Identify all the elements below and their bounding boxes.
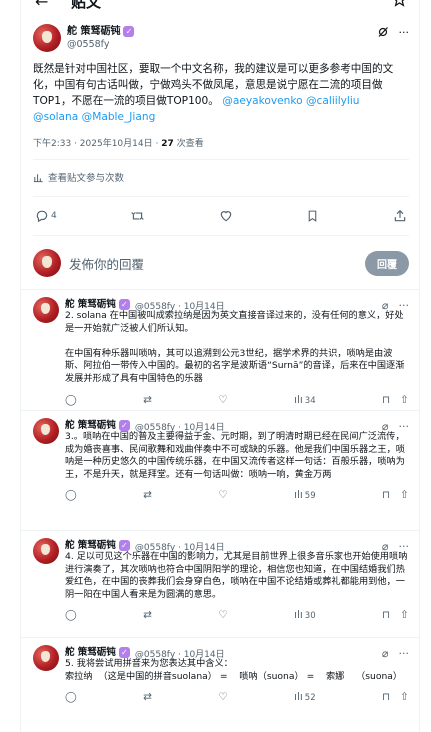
like-icon[interactable]: ♡ (218, 691, 227, 703)
reply-action-bar: ◯ ⇄ ♡ ılı 30 ⊓ ⇧ (65, 609, 409, 621)
grok-icon[interactable] (377, 26, 389, 39)
repost-icon[interactable] (130, 209, 145, 223)
author-display-name[interactable]: 舵 策驽砺钝 (67, 25, 120, 38)
bookmark-icon[interactable]: ⊓ (382, 489, 390, 501)
views-icon: ılı (294, 393, 303, 406)
reply-text: 5. 我将尝试用拼音来为您表达其中含义： 索拉纳 （这是中国的拼音suolana… (65, 658, 403, 682)
reply-icon[interactable]: ◯ (65, 394, 77, 406)
reply-avatar[interactable] (33, 418, 59, 444)
reply-author-name[interactable]: 舵 策驽砺钝 (65, 420, 116, 432)
views-count: 34 (304, 395, 316, 406)
like-icon[interactable]: ♡ (218, 609, 227, 621)
share-icon[interactable]: ⇧ (400, 609, 409, 621)
reply-author-name[interactable]: 舵 策驽砺钝 (65, 647, 116, 659)
view-label: 次查看 (173, 139, 204, 149)
grok-star-icon[interactable] (392, 0, 407, 7)
reply-action-bar: ◯ ⇄ ♡ ılı 34 ⊓ ⇧ (65, 394, 409, 406)
reply-text: 4. 足以可见这个乐器在中国的影响力，尤其是目前世界上很多音乐家也开始使用唢呐进… (65, 551, 408, 600)
reply-icon (36, 210, 48, 223)
reply-icon[interactable]: ◯ (65, 691, 77, 703)
verified-badge-icon: ✓ (118, 299, 130, 310)
bookmark-icon[interactable]: ⊓ (382, 609, 390, 621)
reply-avatar[interactable] (33, 645, 59, 671)
more-icon[interactable]: ··· (399, 647, 410, 660)
post-detail-column: ← 贴文 舵 策驽砺钝 ✓ @0558fy ··· 既然是针对中国社区，要取一个中… (20, 0, 420, 732)
views-icon: ılı (294, 609, 303, 622)
post-action-bar: 4 (33, 196, 409, 236)
main-post: 舵 策驽砺钝 ✓ @0558fy ··· 既然是针对中国社区，要取一个中文名称，我… (33, 24, 409, 290)
analytics-icon (33, 172, 44, 183)
grok-icon[interactable]: ⌀ (382, 647, 389, 660)
reply-item[interactable]: 舵 策驽砺钝 ✓ @0558fy · 10月14日 ⌀ ··· 5. 我将尝试用拼音… (21, 637, 419, 703)
bookmark-icon[interactable]: ⊓ (382, 394, 390, 406)
reply-text: 3.。唢呐在中国的普及主要得益于金、元时期，到了明清时期已经在民间广泛流传，成为… (65, 431, 405, 480)
view-count: 27 (161, 139, 174, 149)
current-user-avatar[interactable] (33, 249, 61, 277)
reply-button[interactable]: 回覆 (365, 250, 409, 276)
repost-icon[interactable]: ⇄ (143, 691, 152, 703)
like-icon[interactable]: ♡ (218, 489, 227, 501)
reply-author-name[interactable]: 舵 策驽砺钝 (65, 540, 116, 552)
reply-item[interactable]: 舵 策驽砺钝 ✓ @0558fy · 10月14日 ⌀ ··· 2. solana … (21, 289, 419, 406)
reply-avatar[interactable] (33, 538, 59, 564)
reply-item[interactable]: 舵 策驽砺钝 ✓ @0558fy · 10月14日 ⌀ ··· 4. 足以可见这个乐… (21, 530, 419, 621)
views-icon: ılı (294, 691, 303, 704)
views-count: 52 (304, 693, 316, 704)
reply-avatar[interactable] (33, 297, 59, 323)
verified-badge-icon: ✓ (123, 26, 135, 37)
share-icon[interactable]: ⇧ (400, 394, 409, 406)
reply-icon[interactable]: ◯ (65, 489, 77, 501)
reply-composer: 发佈你的回覆 回覆 (33, 236, 409, 290)
views-action[interactable]: ılı 52 (294, 691, 316, 703)
back-arrow-icon[interactable]: ← (35, 0, 48, 11)
views-icon: ılı (294, 489, 303, 502)
repost-icon[interactable]: ⇄ (143, 394, 152, 406)
repost-icon[interactable]: ⇄ (143, 489, 152, 501)
reply-action-bar: ◯ ⇄ ♡ ılı 52 ⊓ ⇧ (65, 691, 409, 703)
bookmark-icon[interactable] (306, 209, 319, 223)
views-action[interactable]: ılı 59 (294, 489, 316, 501)
reply-action[interactable]: 4 (35, 209, 57, 223)
post-time[interactable]: 下午2:33 · 2025年10月14日 · (33, 139, 161, 149)
views-action[interactable]: ılı 34 (294, 394, 316, 406)
repost-icon[interactable]: ⇄ (143, 609, 152, 621)
post-engagements-link[interactable]: 查看贴文参与次数 (33, 159, 409, 196)
share-icon[interactable]: ⇧ (400, 691, 409, 703)
like-icon[interactable]: ♡ (218, 394, 227, 406)
verified-badge-icon: ✓ (118, 540, 130, 551)
share-icon[interactable]: ⇧ (400, 489, 409, 501)
share-icon[interactable] (393, 209, 407, 223)
more-icon[interactable]: ··· (399, 26, 410, 39)
top-bar: ← 贴文 (21, 0, 419, 14)
reply-action-bar: ◯ ⇄ ♡ ılı 59 ⊓ ⇧ (65, 489, 409, 501)
post-mentions-1[interactable]: @aeyakovenko @caliilyliu (219, 95, 359, 107)
like-icon[interactable] (219, 209, 233, 223)
bookmark-icon[interactable]: ⊓ (382, 691, 390, 703)
author-handle[interactable]: @0558fy (67, 38, 134, 51)
views-count: 30 (304, 611, 316, 622)
reply-input[interactable]: 发佈你的回覆 (69, 254, 365, 273)
reply-text: 2. solana 在中国被叫成索拉纳是因为英文直接音译过来的，没有任何的意义，… (65, 310, 405, 384)
page-title: 贴文 (71, 0, 102, 11)
reply-count: 4 (51, 211, 57, 221)
views-action[interactable]: ılı 30 (294, 609, 316, 621)
post-text: 既然是针对中国社区，要取一个中文名称，我的建议是可以更多参考中国的文化，中国有句… (33, 61, 409, 125)
engagements-label: 查看贴文参与次数 (48, 173, 125, 184)
views-count: 59 (304, 491, 316, 502)
reply-item[interactable]: 舵 策驽砺钝 ✓ @0558fy · 10月14日 ⌀ ··· 3.。唢呐在中国的普… (21, 410, 419, 501)
post-mentions-2[interactable]: @solana @Mable_Jiang (33, 111, 155, 123)
verified-badge-icon: ✓ (118, 420, 130, 431)
reply-author-name[interactable]: 舵 策驽砺钝 (65, 299, 116, 311)
post-timestamp: 下午2:33 · 2025年10月14日 · 27 次查看 (33, 136, 409, 149)
verified-badge-icon: ✓ (118, 647, 130, 658)
avatar[interactable] (33, 24, 61, 52)
reply-icon[interactable]: ◯ (65, 609, 77, 621)
